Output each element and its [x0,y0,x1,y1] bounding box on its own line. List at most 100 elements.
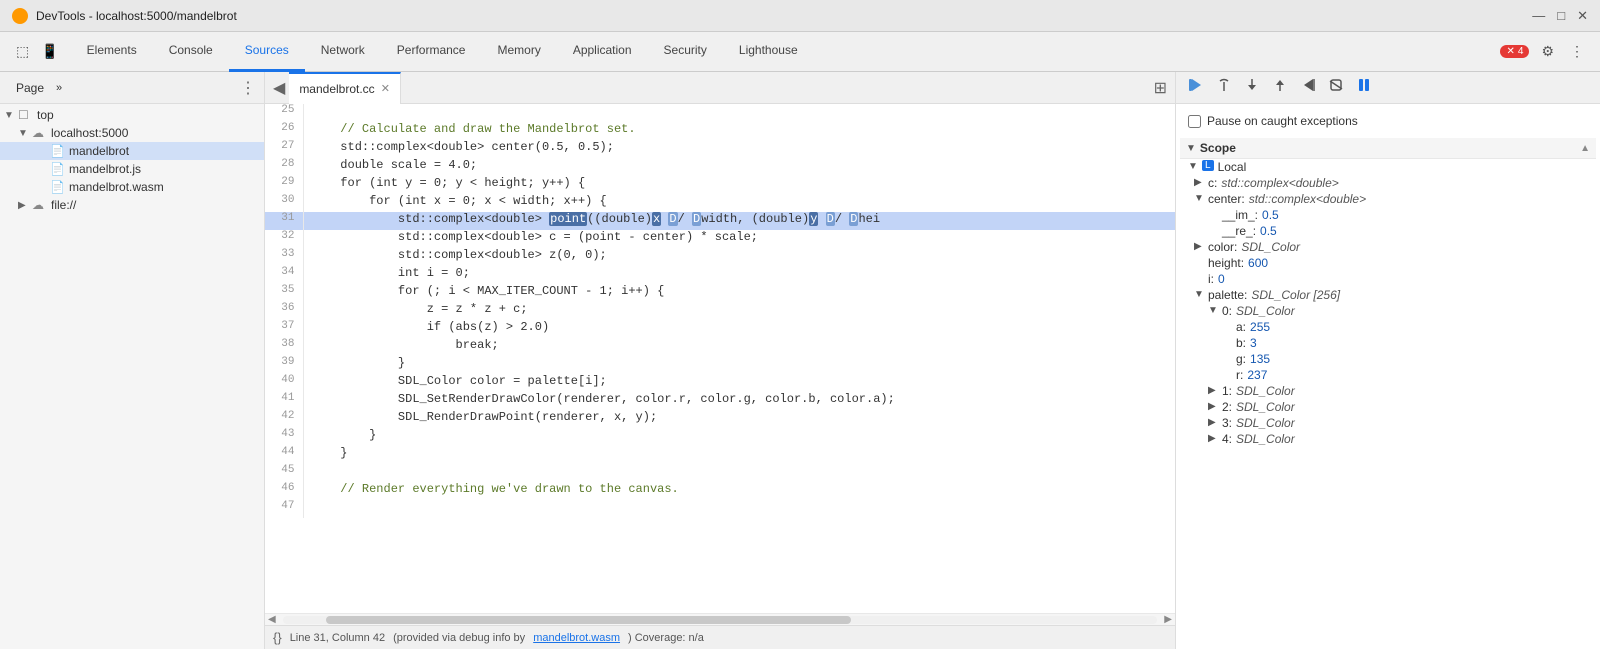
expand-icon[interactable]: ⊞ [1150,78,1171,98]
scope-key-palette-2: 2: [1222,400,1232,414]
error-badge[interactable]: ✕ 4 [1500,45,1529,58]
code-scroll[interactable]: 25 26 // Calculate and draw the Mandelbr… [265,104,1175,613]
tab-performance[interactable]: Performance [381,32,482,72]
code-line-42: 42 SDL_RenderDrawPoint(renderer, x, y); [265,410,1175,428]
scope-value-height: 600 [1248,256,1268,270]
line-num-32: 32 [265,230,303,248]
line-num-29: 29 [265,176,303,194]
scope-item-color[interactable]: ▶ color: SDL_Color [1180,239,1596,255]
scope-header-left: ▼ Scope [1186,141,1236,155]
scope-item-im[interactable]: __im_: 0.5 [1180,207,1596,223]
tree-item-mandelbrot-wasm[interactable]: 📄 mandelbrot.wasm [0,178,264,196]
scope-expand-palette-0: ▼ [1208,305,1222,316]
line-code-36: z = z * z + c; [303,302,1175,320]
step-over-button[interactable] [1212,75,1236,100]
more-tabs-icon[interactable]: » [56,82,62,94]
tab-console[interactable]: Console [153,32,229,72]
scope-item-palette-4[interactable]: ▶ 4: SDL_Color [1180,431,1596,447]
device-icon[interactable]: 📱 [37,41,62,62]
step-out-button[interactable] [1268,75,1292,100]
tab-memory[interactable]: Memory [481,32,556,72]
file-tab-nav-icon[interactable]: ◀ [269,78,289,98]
settings-button[interactable]: ⚙ [1537,41,1558,62]
scope-type-center: std::complex<double> [1249,192,1366,206]
tab-network[interactable]: Network [305,32,381,72]
h-scroll-right-icon[interactable]: ▶ [1161,614,1175,625]
line-num-45: 45 [265,464,303,482]
line-code-35: for (; i < MAX_ITER_COUNT - 1; i++) { [303,284,1175,302]
scope-item-palette-1[interactable]: ▶ 1: SDL_Color [1180,383,1596,399]
scope-item-re[interactable]: __re_: 0.5 [1180,223,1596,239]
step-into-button[interactable] [1240,75,1264,100]
line-num-26: 26 [265,122,303,140]
tab-application[interactable]: Application [557,32,648,72]
minimize-button[interactable]: — [1532,8,1545,24]
scope-item-palette-0-b[interactable]: b: 3 [1180,335,1596,351]
scope-type-palette-4: SDL_Color [1236,432,1295,446]
line-num-31: 31 [265,212,303,230]
file-tree: ▼ ☐ top ▼ ☁ localhost:5000 📄 mandelbrot … [0,104,264,649]
tree-item-mandelbrot[interactable]: 📄 mandelbrot [0,142,264,160]
file-tab-mandelbrot[interactable]: mandelbrot.cc ✕ [289,72,401,104]
pause-execution-button[interactable] [1352,75,1376,100]
code-line-30: 30 for (int x = 0; x < width; x++) { [265,194,1175,212]
scope-item-palette-3[interactable]: ▶ 3: SDL_Color [1180,415,1596,431]
pause-caught-checkbox[interactable] [1188,115,1201,128]
h-scroll-left-icon[interactable]: ◀ [265,614,279,625]
line-num-41: 41 [265,392,303,410]
tree-item-top[interactable]: ▼ ☐ top [0,106,264,124]
scope-item-palette-2[interactable]: ▶ 2: SDL_Color [1180,399,1596,415]
line-code-40: SDL_Color color = palette[i]; [303,374,1175,392]
tree-item-mandelbrot-js[interactable]: 📄 mandelbrot.js [0,160,264,178]
cursor-position: Line 31, Column 42 [290,632,385,644]
tree-item-localhost[interactable]: ▼ ☁ localhost:5000 [0,124,264,142]
step-back-button[interactable] [1296,75,1320,100]
tab-sources[interactable]: Sources [229,32,305,72]
tab-security[interactable]: Security [648,32,723,72]
code-line-38: 38 break; [265,338,1175,356]
code-line-35: 35 for (; i < MAX_ITER_COUNT - 1; i++) { [265,284,1175,302]
source-map-link[interactable]: mandelbrot.wasm [533,632,620,644]
scope-expand-palette-4: ▶ [1208,433,1222,444]
pause-caught-label: Pause on caught exceptions [1207,114,1358,128]
inspect-icon[interactable]: ⬚ [12,41,33,62]
h-scrollbar-track[interactable] [283,616,1158,624]
scope-item-palette-0-r[interactable]: r: 237 [1180,367,1596,383]
more-menu-button[interactable]: ⋮ [1566,41,1588,62]
scope-header[interactable]: ▼ Scope ▲ [1180,138,1596,159]
scope-local-label: Local [1218,160,1247,174]
scope-item-palette[interactable]: ▼ palette: SDL_Color [256] [1180,287,1596,303]
scope-local-header[interactable]: ▼ L Local [1180,159,1596,175]
status-bar: {} Line 31, Column 42 (provided via debu… [265,625,1175,649]
cloud-icon-file: ☁ [32,198,48,212]
line-num-25: 25 [265,104,303,122]
h-scrollbar-thumb[interactable] [326,616,851,624]
line-num-47: 47 [265,500,303,518]
format-icon[interactable]: {} [273,630,282,645]
scope-key-center: center: [1208,192,1245,206]
close-button[interactable]: ✕ [1577,8,1588,24]
left-panel-header: Page » ⋮ [0,72,264,104]
scope-item-palette-0-a[interactable]: a: 255 [1180,319,1596,335]
h-scrollbar[interactable]: ◀ ▶ [265,613,1175,625]
page-tab[interactable]: Page [8,77,52,99]
scope-item-i[interactable]: i: 0 [1180,271,1596,287]
file-tab-close-icon[interactable]: ✕ [381,82,390,95]
scope-item-c[interactable]: ▶ c: std::complex<double> [1180,175,1596,191]
panel-options-icon[interactable]: ⋮ [240,78,256,98]
line-code-28: double scale = 4.0; [303,158,1175,176]
nav-left-icons: ⬚ 📱 [4,41,71,62]
tab-lighthouse[interactable]: Lighthouse [723,32,814,72]
scope-item-palette-0[interactable]: ▼ 0: SDL_Color [1180,303,1596,319]
maximize-button[interactable]: □ [1557,8,1565,24]
scope-value-palette-0-a: 255 [1250,320,1270,334]
scope-item-height[interactable]: height: 600 [1180,255,1596,271]
code-line-28: 28 double scale = 4.0; [265,158,1175,176]
line-code-29: for (int y = 0; y < height; y++) { [303,176,1175,194]
tab-elements[interactable]: Elements [71,32,153,72]
scope-item-palette-0-g[interactable]: g: 135 [1180,351,1596,367]
resume-button[interactable] [1184,75,1208,100]
scope-item-center[interactable]: ▼ center: std::complex<double> [1180,191,1596,207]
deactivate-button[interactable] [1324,75,1348,100]
tree-item-file[interactable]: ▶ ☁ file:// [0,196,264,214]
